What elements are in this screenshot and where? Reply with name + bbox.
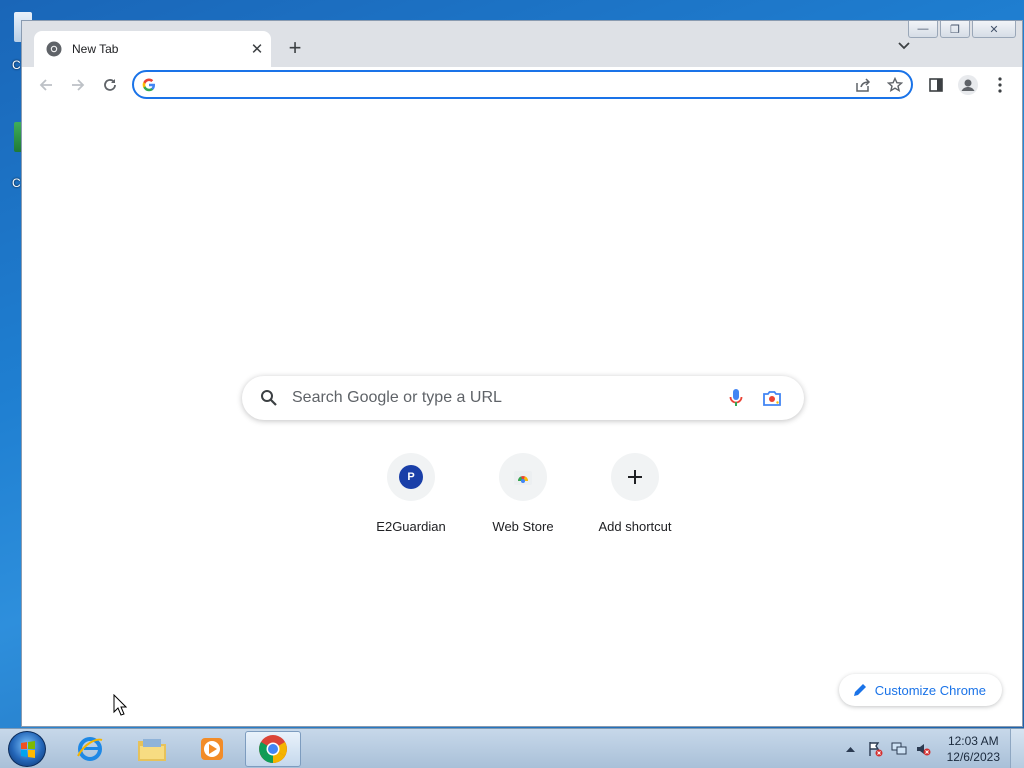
media-player-icon [201,738,223,760]
customize-chrome-button[interactable]: Customize Chrome [838,674,1002,706]
shortcut-tile [611,453,659,501]
chrome-favicon-icon [46,41,62,57]
mouse-cursor-icon [113,694,127,716]
browser-window: New Tab ✕ + — ❐ ✕ Search Google or type … [21,20,1023,727]
profile-button[interactable] [952,69,984,101]
desktop-icon-label: C [12,58,21,72]
share-button[interactable] [847,73,879,97]
clock-time: 12:03 AM [947,734,999,748]
customize-chrome-label: Customize Chrome [874,682,986,698]
shortcut-label: Web Store [492,519,554,534]
side-panel-button[interactable] [920,69,952,101]
window-controls: — ❐ ✕ [908,21,1016,38]
shortcut-e2guardian[interactable]: P E2Guardian [355,453,467,534]
desktop-icon-label: C [12,176,21,190]
shortcut-web-store[interactable]: Web Store [467,453,579,534]
bookmark-button[interactable] [879,73,911,97]
shortcut-tile [499,453,547,501]
windows-logo-icon [21,741,35,758]
google-lens-camera-icon [763,391,781,406]
address-bar[interactable] [132,70,913,99]
share-icon [856,77,871,92]
new-tab-button[interactable]: + [281,34,309,62]
plus-icon [628,470,642,484]
lens-search-button[interactable] [754,380,790,416]
menu-button[interactable] [984,69,1016,101]
close-window-button[interactable]: ✕ [972,21,1016,38]
action-center-flag-icon[interactable] [867,741,883,757]
chrome-icon [259,735,287,763]
volume-muted-icon[interactable] [915,741,931,757]
pencil-icon [853,684,866,696]
forward-arrow-icon [72,79,85,91]
show-desktop-button[interactable] [1010,729,1024,768]
reload-icon [104,79,116,91]
taskbar: 12:03 AM 12/6/2023 [0,728,1024,768]
new-tab-page: Search Google or type a URL P E2Guardian… [22,103,1022,726]
reload-button[interactable] [94,69,126,101]
profile-avatar-icon [958,75,978,95]
show-hidden-icons-icon[interactable] [843,741,859,757]
taskbar-internet-explorer[interactable] [62,731,118,767]
add-shortcut-button[interactable]: Add shortcut [579,453,691,534]
clock-date: 12/6/2023 [946,750,1000,764]
taskbar-chrome[interactable] [245,731,301,767]
shortcut-label: Add shortcut [598,519,672,534]
network-icon[interactable] [891,741,907,757]
ntp-search-box[interactable]: Search Google or type a URL [242,376,804,420]
back-arrow-icon [39,79,52,91]
shortcut-tile: P [387,453,435,501]
minimize-button[interactable]: — [908,21,938,38]
shortcut-label: E2Guardian [376,519,446,534]
toolbar-right [920,69,1016,101]
clock[interactable]: 12:03 AM 12/6/2023 [947,733,1000,765]
taskbar-file-explorer[interactable] [124,731,180,767]
restore-button[interactable]: ❐ [940,21,970,38]
tab-new-tab[interactable]: New Tab ✕ [34,31,271,67]
start-button[interactable] [8,731,46,767]
microphone-icon [729,389,743,406]
google-g-icon [142,78,155,91]
taskbar-media-player[interactable] [184,731,240,767]
search-icon [261,390,277,406]
folder-icon [138,739,166,761]
system-tray: 12:03 AM 12/6/2023 [843,729,1000,768]
side-panel-icon [929,78,943,92]
toolbar [22,67,1022,103]
chrome-web-store-icon [514,471,532,485]
title-bar: New Tab ✕ + — ❐ ✕ [22,21,1022,67]
tab-title: New Tab [72,42,119,56]
star-icon [887,76,903,92]
kebab-menu-icon [998,77,1002,93]
search-placeholder: Search Google or type a URL [292,389,502,406]
url-input[interactable] [164,76,847,93]
voice-search-button[interactable] [718,380,754,416]
forward-button[interactable] [62,69,94,101]
shortcuts-grid: P E2Guardian Web Store Add shortcut [355,453,691,534]
e2guardian-favicon-icon: P [399,465,423,489]
close-tab-icon[interactable]: ✕ [243,35,271,63]
back-button[interactable] [30,69,62,101]
internet-explorer-icon [77,737,103,761]
